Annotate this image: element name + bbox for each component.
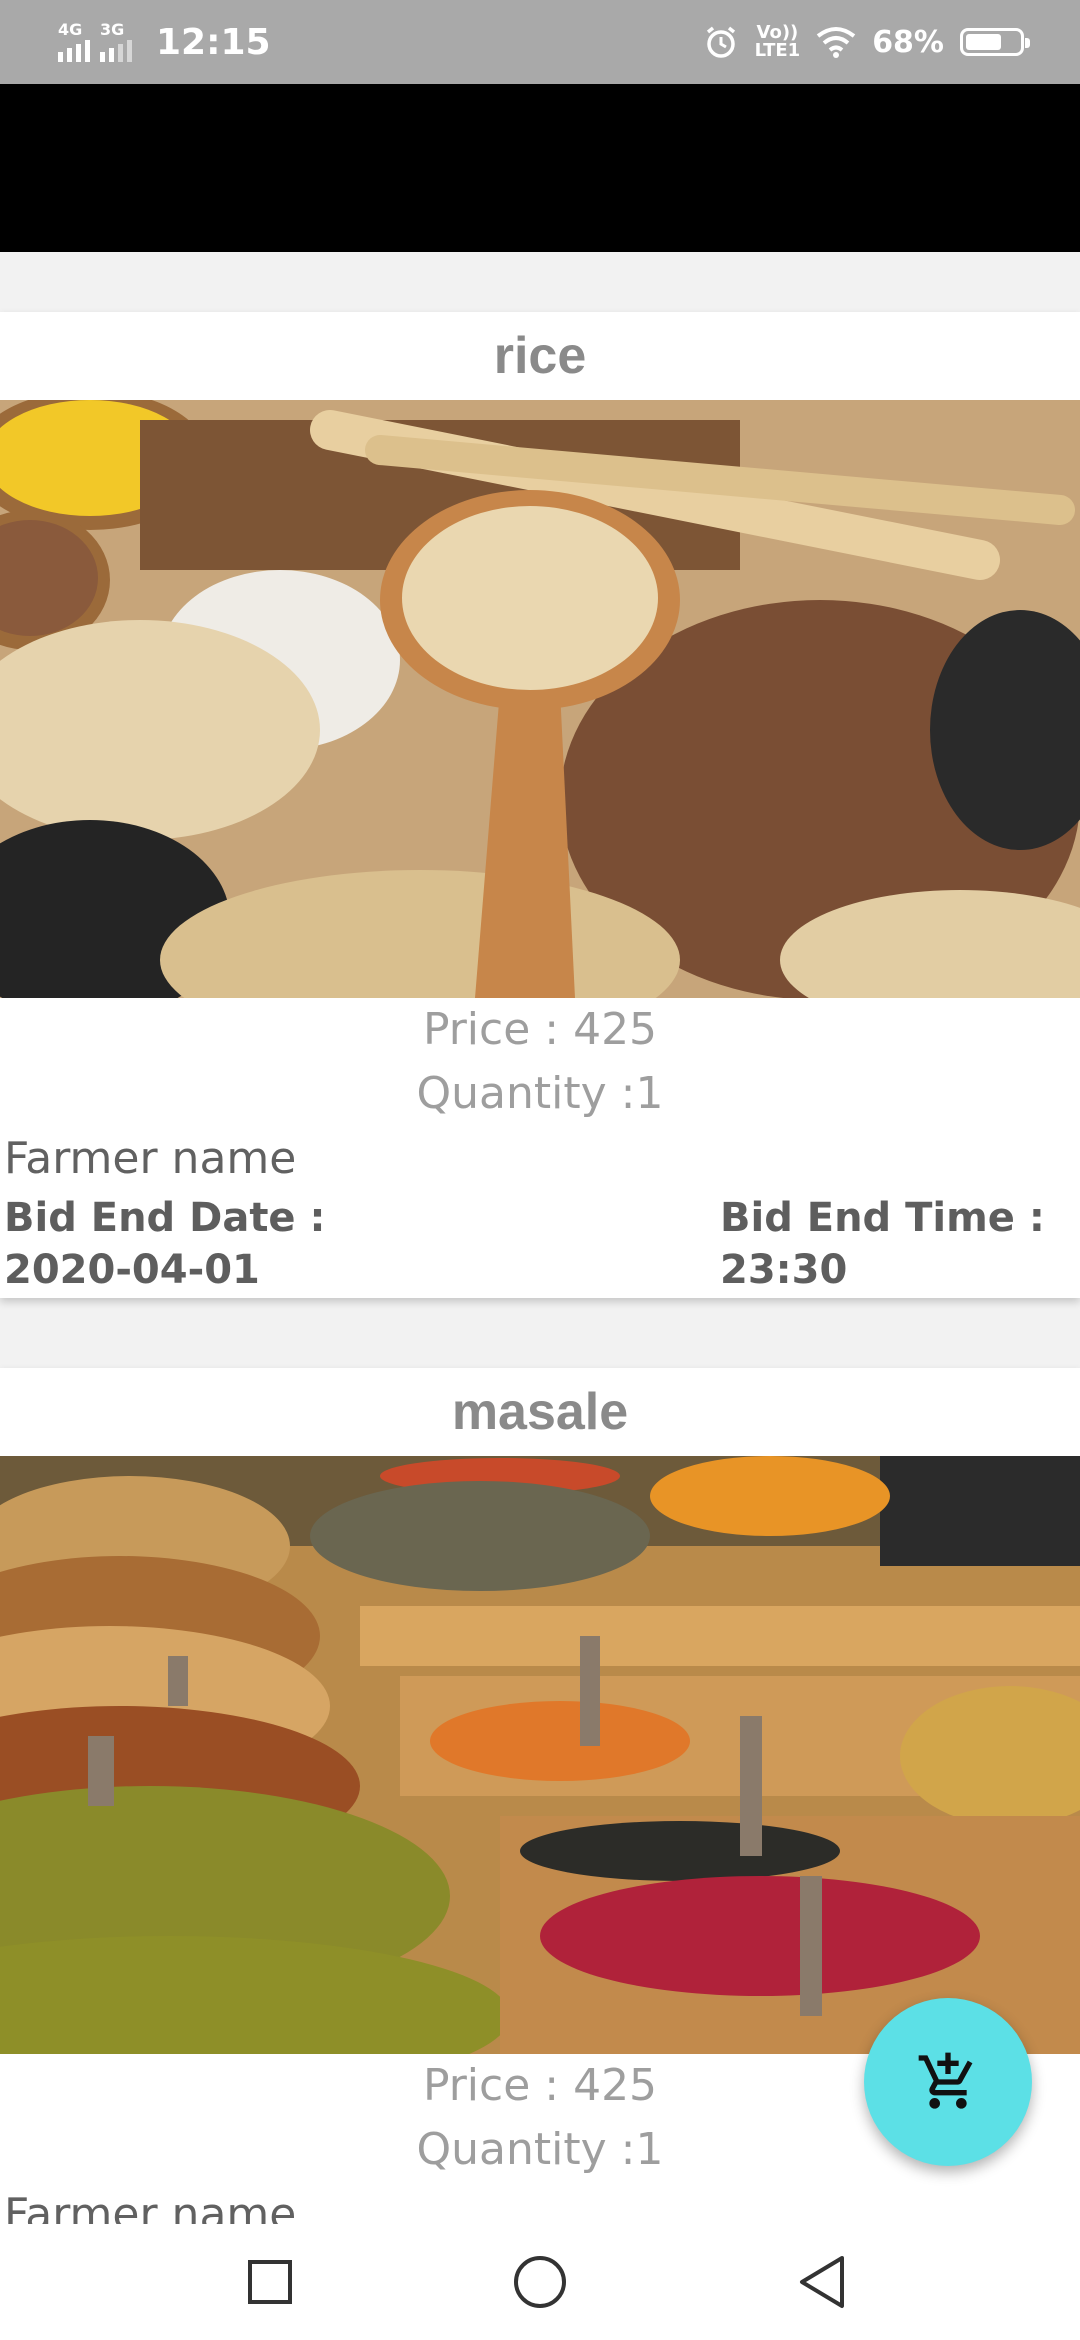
network-type-1: 4G [58, 20, 83, 39]
add-to-cart-button[interactable] [864, 1998, 1032, 2166]
grains-and-seeds-photo [0, 400, 1080, 998]
product-card[interactable]: rice Price: 425 Quantity:1 Farmer name… [0, 312, 1080, 1298]
product-name: masale [451, 1383, 629, 1441]
bid-info: Bid End Date : 2020-04-01 Bid End Time :… [0, 1192, 1080, 1298]
alarm-icon [706, 26, 735, 58]
signal-icon-2: 3G [100, 20, 132, 62]
back-triangle-icon [800, 2256, 844, 2308]
battery-percent: 68% [872, 24, 944, 60]
status-bar: 4G 3G 12:15 Vo)) LTE1 68% [0, 0, 1080, 84]
home-circle-icon [514, 2256, 566, 2308]
product-quantity: Quantity :1 [416, 1068, 664, 1119]
home-button[interactable] [510, 2252, 570, 2312]
volte-icon: Vo)) LTE1 [754, 22, 801, 61]
bid-end-date: Bid End Date : 2020-04-01 [4, 1192, 325, 1296]
recents-button[interactable] [240, 2252, 300, 2312]
battery-level [966, 34, 1001, 50]
navigation-bar [0, 2224, 1080, 2340]
signal-icon: 4G [58, 20, 90, 62]
spice-market-photo [0, 1456, 1080, 2054]
bid-end-time: Bid End Time : 23:30 [720, 1192, 1045, 1296]
bid-end-date-value: 2020-04-01 [4, 1247, 260, 1293]
product-name: rice [493, 327, 587, 385]
clock: 12:15 [156, 21, 271, 63]
bid-end-date-label: Bid End Date : [4, 1195, 326, 1241]
battery-icon [960, 28, 1030, 56]
app-bar [0, 84, 1080, 252]
wifi-icon [816, 27, 856, 58]
recents-square-icon [248, 2260, 292, 2304]
bid-end-time-label: Bid End Time : [720, 1195, 1045, 1241]
product-list[interactable]: rice Price: 425 Quantity:1 Farmer name… [0, 252, 1080, 2224]
product-price: Price : 425 [422, 1004, 658, 1055]
farmer-name: Farmer name [4, 2189, 297, 2224]
network-type-2: 3G [100, 20, 125, 39]
back-button[interactable] [792, 2252, 852, 2312]
add-shopping-cart-icon [918, 2052, 973, 2109]
farmer-name: Farmer name [4, 1133, 297, 1184]
bid-end-time-value: 23:30 [720, 1247, 848, 1293]
